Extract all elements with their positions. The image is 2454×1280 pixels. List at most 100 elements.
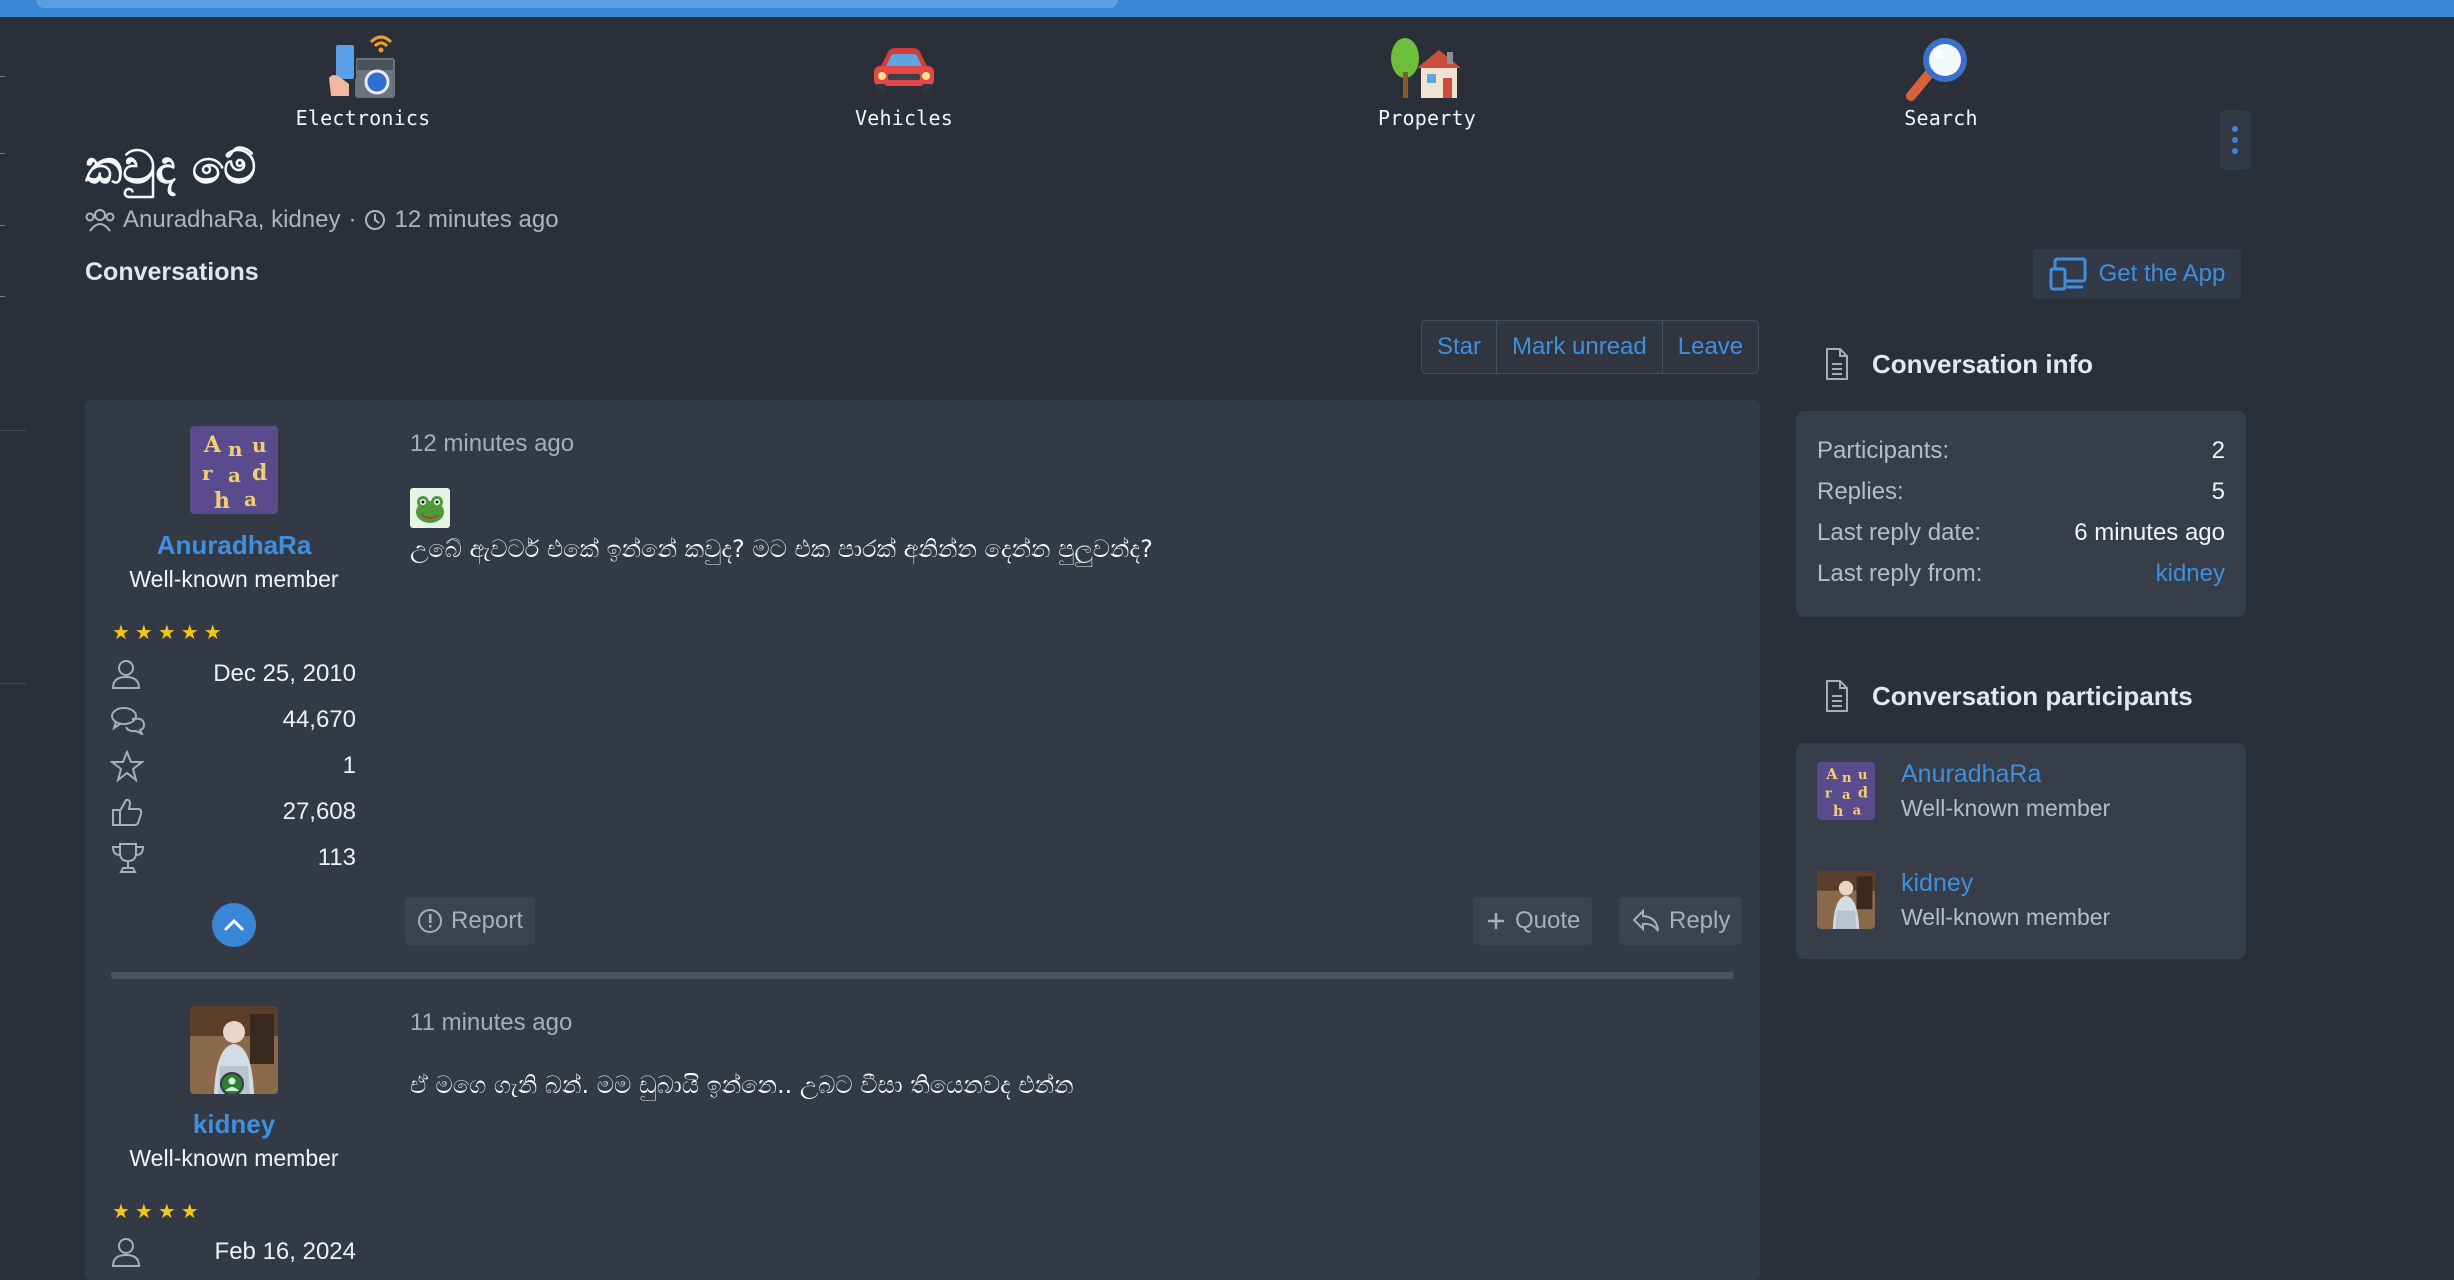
collapse-button[interactable] bbox=[212, 903, 256, 947]
quote-button[interactable]: Quote bbox=[1473, 897, 1593, 945]
stat-value: 1 bbox=[342, 752, 356, 779]
edge-mark bbox=[0, 225, 5, 226]
nav-search[interactable]: Search bbox=[1831, 34, 2051, 130]
participant-name[interactable]: kidney bbox=[1901, 869, 2110, 898]
message-time[interactable]: 11 minutes ago bbox=[410, 1009, 572, 1037]
clock-icon bbox=[365, 210, 386, 230]
info-row-participants: Participants: 2 bbox=[1817, 431, 2225, 471]
stat-reaction-score: 1 bbox=[110, 746, 356, 786]
svg-text:d: d bbox=[252, 460, 267, 486]
conversation-actions: Star Mark unread Leave bbox=[1421, 320, 1760, 374]
reply-button[interactable]: Reply bbox=[1619, 897, 1743, 945]
comments-icon bbox=[111, 707, 146, 735]
stat-value: 27,608 bbox=[282, 798, 356, 825]
emoji-icon bbox=[410, 488, 450, 533]
svg-text:a: a bbox=[1853, 804, 1862, 819]
report-button[interactable]: Report bbox=[405, 897, 536, 945]
participant-name[interactable]: AnuradhaRa bbox=[1901, 760, 2110, 789]
info-value: 5 bbox=[2211, 478, 2225, 505]
svg-text:n: n bbox=[1842, 771, 1852, 786]
info-label: Participants: bbox=[1817, 437, 1950, 464]
svg-text:h: h bbox=[1833, 803, 1844, 820]
avatar[interactable]: A n u r a d h a bbox=[1817, 762, 1875, 820]
conversation-info-box: Participants: 2 Replies: 5 Last reply da… bbox=[1796, 411, 2246, 617]
participants-box: A n u r a d h a AnuradhaRa Well-known me… bbox=[1796, 743, 2246, 959]
report-label: Report bbox=[451, 907, 524, 934]
info-value: 6 minutes ago bbox=[2074, 519, 2225, 546]
message-text: ඒ මගෙ ගැනි බන්. මම ඩුබායි ඉන්නෙ.. උබට වී… bbox=[410, 1071, 1074, 1099]
svg-text:u: u bbox=[252, 433, 267, 457]
thread-meta: AnuradhaRa, kidney · 12 minutes ago bbox=[85, 206, 559, 234]
house-icon bbox=[1391, 38, 1461, 98]
message-time[interactable]: 12 minutes ago bbox=[410, 430, 574, 458]
avatar[interactable] bbox=[1817, 871, 1875, 929]
participants-heading: Conversation participants bbox=[1824, 679, 2193, 713]
edge-mark bbox=[0, 153, 5, 154]
kebab-dot bbox=[2232, 148, 2238, 154]
participant-title: Well-known member bbox=[1901, 904, 2111, 930]
svg-text:a: a bbox=[228, 463, 241, 487]
heading-text: Conversation participants bbox=[1872, 680, 2193, 711]
svg-text:A: A bbox=[203, 432, 222, 458]
info-row-last-reply-from: Last reply from: kidney bbox=[1817, 554, 2225, 594]
magnifier-icon bbox=[1906, 38, 1967, 101]
kebab-dot bbox=[2232, 126, 2238, 132]
participant-title: Well-known member bbox=[1901, 795, 2111, 821]
participant-item: AnuradhaRa Well-known member bbox=[1901, 760, 2110, 822]
thumbs-up-icon bbox=[112, 798, 143, 826]
devices-icon bbox=[2049, 257, 2087, 291]
nav-property[interactable]: Property bbox=[1317, 34, 1537, 130]
online-status-icon bbox=[220, 1072, 244, 1094]
quote-label: Quote bbox=[1515, 907, 1581, 934]
nav-label: Search bbox=[1904, 106, 1978, 130]
kebab-dot bbox=[2232, 137, 2238, 143]
author-title: Well-known member bbox=[129, 566, 339, 592]
nav-label: Property bbox=[1378, 106, 1476, 130]
rating-stars: ★★★★★ bbox=[112, 622, 227, 644]
avatar[interactable] bbox=[190, 1006, 278, 1094]
user-icon bbox=[111, 1238, 141, 1267]
info-value: 2 bbox=[2211, 437, 2225, 464]
meta-separator: · bbox=[348, 206, 357, 233]
car-icon bbox=[874, 48, 934, 94]
stat-messages: 44,670 bbox=[110, 700, 356, 740]
get-app-label: Get the App bbox=[2098, 260, 2226, 287]
reply-label: Reply bbox=[1669, 907, 1731, 934]
message-separator bbox=[111, 972, 1734, 979]
participants-text: AnuradhaRa, kidney bbox=[123, 206, 341, 233]
stat-joined: Feb 16, 2024 bbox=[110, 1232, 356, 1272]
heading-text: Conversation info bbox=[1872, 348, 2094, 379]
alert-icon bbox=[418, 909, 442, 933]
more-menu-button[interactable] bbox=[2220, 110, 2250, 170]
get-app-button[interactable]: Get the App bbox=[2033, 249, 2241, 299]
stat-value: 113 bbox=[317, 844, 356, 871]
users-icon bbox=[85, 209, 115, 232]
mark-unread-button[interactable]: Mark unread bbox=[1497, 321, 1663, 373]
stat-joined: Dec 25, 2010 bbox=[110, 654, 356, 694]
avatar[interactable]: A n u r a d h a bbox=[190, 426, 278, 514]
message-text: උබේ ඇවටර් එකේ ඉන්නේ කවුද? මට එක පාරක් අන… bbox=[410, 535, 1153, 563]
document-icon bbox=[1826, 348, 1848, 380]
info-row-last-reply-date: Last reply date: 6 minutes ago bbox=[1817, 513, 2225, 553]
breadcrumb[interactable]: Conversations bbox=[85, 258, 259, 287]
nav-vehicles[interactable]: Vehicles bbox=[794, 34, 1014, 130]
leave-button[interactable]: Leave bbox=[1663, 321, 1758, 373]
svg-text:A: A bbox=[1825, 766, 1838, 783]
top-search-bar[interactable] bbox=[36, 0, 1118, 8]
star-button[interactable]: Star bbox=[1422, 321, 1498, 373]
stat-value: Feb 16, 2024 bbox=[214, 1238, 356, 1265]
info-row-replies: Replies: 5 bbox=[1817, 472, 2225, 512]
svg-text:a: a bbox=[1842, 788, 1851, 803]
svg-text:d: d bbox=[1858, 785, 1868, 802]
last-reply-user-link[interactable]: kidney bbox=[2156, 560, 2225, 588]
stat-likes: 27,608 bbox=[110, 792, 356, 832]
stat-value: 44,670 bbox=[282, 706, 356, 733]
stat-points: 113 bbox=[110, 838, 356, 878]
page-title: කවුද මේ bbox=[85, 140, 257, 194]
author-name[interactable]: AnuradhaRa bbox=[118, 530, 350, 561]
author-name[interactable]: kidney bbox=[118, 1109, 350, 1140]
nav-electronics[interactable]: Electronics bbox=[253, 34, 473, 130]
electronics-icon bbox=[329, 35, 395, 98]
svg-text:a: a bbox=[244, 487, 257, 511]
thread-time: 12 minutes ago bbox=[394, 206, 559, 233]
